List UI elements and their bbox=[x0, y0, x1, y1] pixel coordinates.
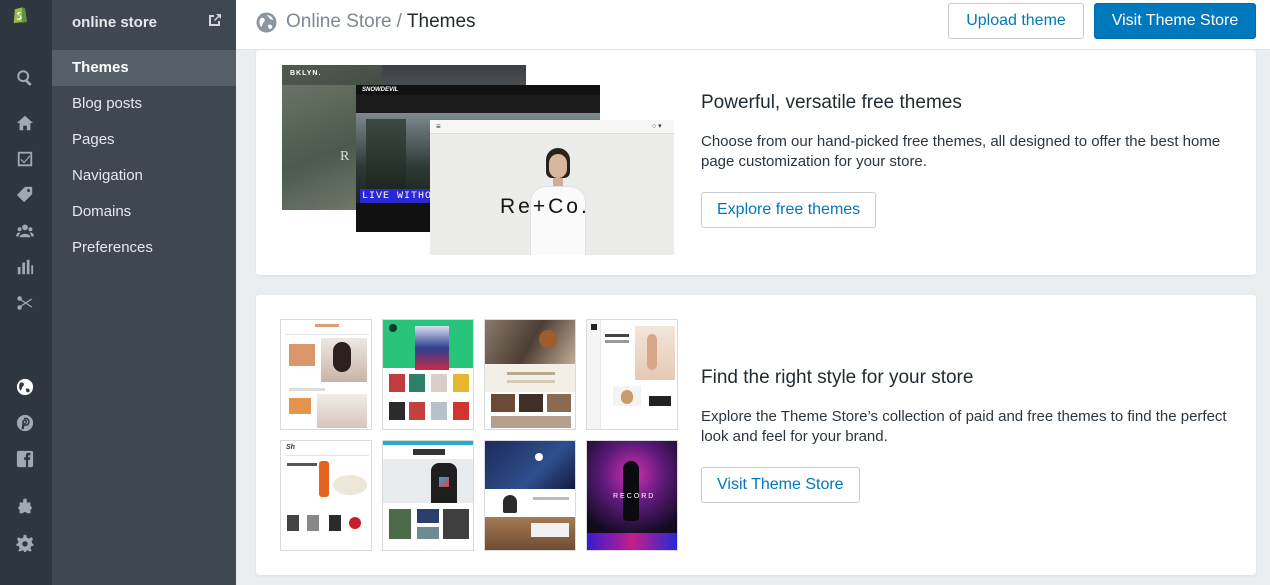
orders-icon[interactable] bbox=[15, 149, 35, 169]
customers-icon[interactable] bbox=[15, 221, 35, 241]
shopify-logo-icon[interactable] bbox=[11, 5, 38, 35]
theme-thumbnail bbox=[280, 319, 372, 430]
visit-theme-store-button[interactable]: Visit Theme Store bbox=[1094, 3, 1256, 39]
online-store-sidebar: online store Themes Blog posts Pages Nav… bbox=[52, 0, 236, 585]
theme-thumbnail bbox=[586, 319, 678, 430]
online-store-breadcrumb-icon bbox=[256, 12, 277, 32]
reco-theme-preview: ≡ ○ ▾ Re+Co. bbox=[430, 120, 674, 255]
breadcrumb: Online Store / Themes bbox=[256, 10, 476, 34]
theme-store-title: Find the right style for your store bbox=[701, 367, 974, 388]
upload-theme-button[interactable]: Upload theme bbox=[948, 3, 1084, 39]
sidebar-title: online store bbox=[72, 13, 158, 31]
sidebar-item-navigation[interactable]: Navigation bbox=[52, 158, 236, 194]
page-title: Themes bbox=[406, 11, 476, 32]
discounts-icon[interactable] bbox=[15, 293, 35, 313]
theme-thumbnail bbox=[382, 440, 474, 551]
explore-free-themes-button[interactable]: Explore free themes bbox=[701, 192, 877, 228]
facebook-icon[interactable] bbox=[15, 449, 35, 469]
products-icon[interactable] bbox=[15, 185, 35, 205]
snowdevil-brand: SNOWDEVIL bbox=[362, 87, 399, 93]
visit-theme-store-card-button[interactable]: Visit Theme Store bbox=[701, 467, 860, 503]
sidebar-item-themes[interactable]: Themes bbox=[52, 50, 236, 86]
search-icon[interactable] bbox=[15, 68, 35, 88]
sidebar-item-pages[interactable]: Pages bbox=[52, 122, 236, 158]
breadcrumb-parent[interactable]: Online Store bbox=[286, 11, 392, 33]
app-rail bbox=[0, 0, 52, 585]
reco-brand: Re+Co. bbox=[500, 195, 590, 218]
reports-icon[interactable] bbox=[15, 257, 35, 277]
free-themes-card: BKLYN. R SNOWDEVIL LIVE WITHOUT ≡ ○ ▾ Re… bbox=[256, 50, 1256, 275]
pinterest-icon[interactable] bbox=[15, 413, 35, 433]
sidebar-header: online store bbox=[52, 0, 236, 44]
theme-thumbnail bbox=[484, 319, 576, 430]
settings-icon[interactable] bbox=[15, 533, 35, 553]
home-icon[interactable] bbox=[15, 113, 35, 133]
theme-store-card: Sh RECORD Find the right style for your … bbox=[256, 295, 1256, 575]
theme-thumbnail: RECORD bbox=[586, 440, 678, 551]
free-themes-description: Choose from our hand-picked free themes,… bbox=[701, 133, 1221, 170]
theme-store-description: Explore the Theme Store’s collection of … bbox=[701, 408, 1227, 445]
sidebar-item-preferences[interactable]: Preferences bbox=[52, 230, 236, 266]
theme-thumbnail: Sh bbox=[280, 440, 372, 551]
theme-thumbnail bbox=[484, 440, 576, 551]
external-link-icon[interactable] bbox=[208, 13, 222, 32]
online-store-icon[interactable] bbox=[15, 377, 35, 397]
record-theme-text: RECORD bbox=[613, 493, 656, 500]
sidebar-item-blog-posts[interactable]: Blog posts bbox=[52, 86, 236, 122]
free-themes-title: Powerful, versatile free themes bbox=[701, 92, 962, 113]
apps-icon[interactable] bbox=[15, 497, 35, 517]
theme-thumbnail bbox=[382, 319, 474, 430]
free-themes-preview: BKLYN. R SNOWDEVIL LIVE WITHOUT ≡ ○ ▾ Re… bbox=[280, 64, 678, 256]
top-bar: Online Store / Themes Upload theme Visit… bbox=[236, 0, 1270, 50]
sidebar-item-domains[interactable]: Domains bbox=[52, 194, 236, 230]
bklyn-brand: BKLYN. bbox=[290, 70, 322, 77]
breadcrumb-separator: / bbox=[396, 11, 402, 32]
